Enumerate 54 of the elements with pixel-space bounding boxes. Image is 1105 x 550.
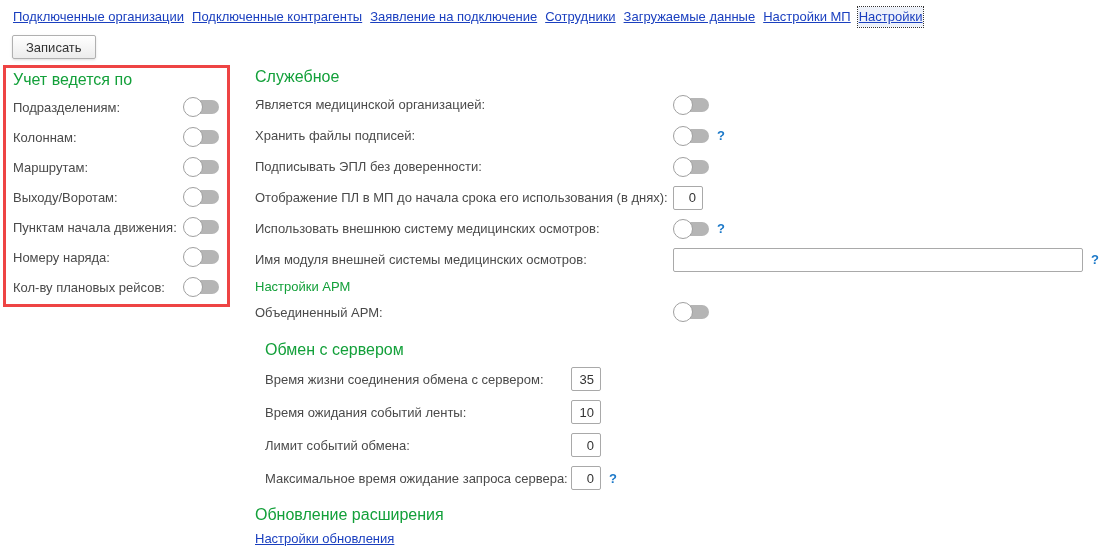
- help-link[interactable]: ?: [609, 468, 617, 488]
- nav-link[interactable]: Загружаемые данные: [622, 7, 757, 27]
- save-button[interactable]: Записать: [12, 35, 96, 60]
- toggle-switch[interactable]: [673, 125, 709, 146]
- toggle-switch[interactable]: [673, 218, 709, 239]
- nav-link[interactable]: Настройки МП: [762, 7, 852, 27]
- field-label: Кол-ву плановых рейсов:: [13, 278, 166, 297]
- section-heading: Обновление расширения: [255, 504, 445, 525]
- field-label: Объединенный АРМ:: [255, 303, 384, 322]
- field-label: Маршрутам:: [13, 158, 90, 177]
- section-heading: Учет ведется по: [13, 70, 134, 91]
- toggle-switch[interactable]: [183, 217, 219, 238]
- help-link[interactable]: ?: [717, 219, 725, 239]
- nav-link[interactable]: Заявление на подключение: [369, 7, 539, 27]
- input-field[interactable]: [673, 247, 1083, 272]
- field-label: Время жизни соединения обмена с сервером:: [265, 370, 545, 389]
- field-label: Подписывать ЭПЛ без доверенности:: [255, 158, 483, 176]
- toggle-switch[interactable]: [183, 157, 219, 178]
- field-label: Подразделениям:: [13, 98, 122, 117]
- toggle-switch[interactable]: [673, 302, 709, 323]
- field-label: Лимит событий обмена:: [265, 436, 411, 455]
- help-link[interactable]: ?: [1091, 250, 1099, 270]
- nav-link[interactable]: Настройки: [857, 7, 924, 27]
- field-label: Использовать внешнюю систему медицинских осмотров:: [255, 220, 601, 238]
- nav-link[interactable]: Подключенные контрагенты: [191, 7, 364, 27]
- section-heading: Служебное: [255, 67, 341, 88]
- field-label: Выходу/Воротам:: [13, 188, 119, 207]
- toggle-switch[interactable]: [183, 97, 219, 118]
- toggle-switch[interactable]: [183, 247, 219, 268]
- toggle-switch[interactable]: [673, 94, 709, 115]
- section-heading: Настройки АРМ: [255, 278, 352, 297]
- help-link[interactable]: ?: [717, 126, 725, 146]
- toggle-switch[interactable]: [673, 156, 709, 177]
- nav-link[interactable]: Подключенные организации: [12, 7, 186, 27]
- number-field[interactable]: 10: [571, 400, 601, 425]
- toggle-switch[interactable]: [183, 277, 219, 298]
- field-label: Пунктам начала движения:: [13, 218, 178, 237]
- section-heading: Обмен с сервером: [265, 339, 405, 360]
- toggle-switch[interactable]: [183, 187, 219, 208]
- field-label: Номеру наряда:: [13, 248, 111, 267]
- toggle-switch[interactable]: [183, 127, 219, 148]
- number-field[interactable]: 0: [673, 185, 703, 210]
- field-label: Отображение ПЛ в МП до начала срока его использования (в днях):: [255, 189, 669, 207]
- field-label: Является медицинской организацией:: [255, 96, 487, 114]
- number-field[interactable]: 0: [571, 433, 601, 458]
- nav-link[interactable]: Сотрудники: [544, 7, 617, 27]
- field-label: Хранить файлы подписей:: [255, 127, 417, 145]
- number-field[interactable]: 35: [571, 367, 601, 392]
- field-label: Максимальное время ожидание запроса сервера:: [265, 469, 569, 488]
- field-label: Имя модуля внешней системы медицинских осмотров:: [255, 251, 588, 269]
- number-field[interactable]: 0: [571, 466, 601, 491]
- field-label: Колоннам:: [13, 128, 78, 147]
- field-label: Время ожидания событий ленты:: [265, 403, 468, 422]
- settings-link[interactable]: Настройки обновления: [255, 526, 395, 549]
